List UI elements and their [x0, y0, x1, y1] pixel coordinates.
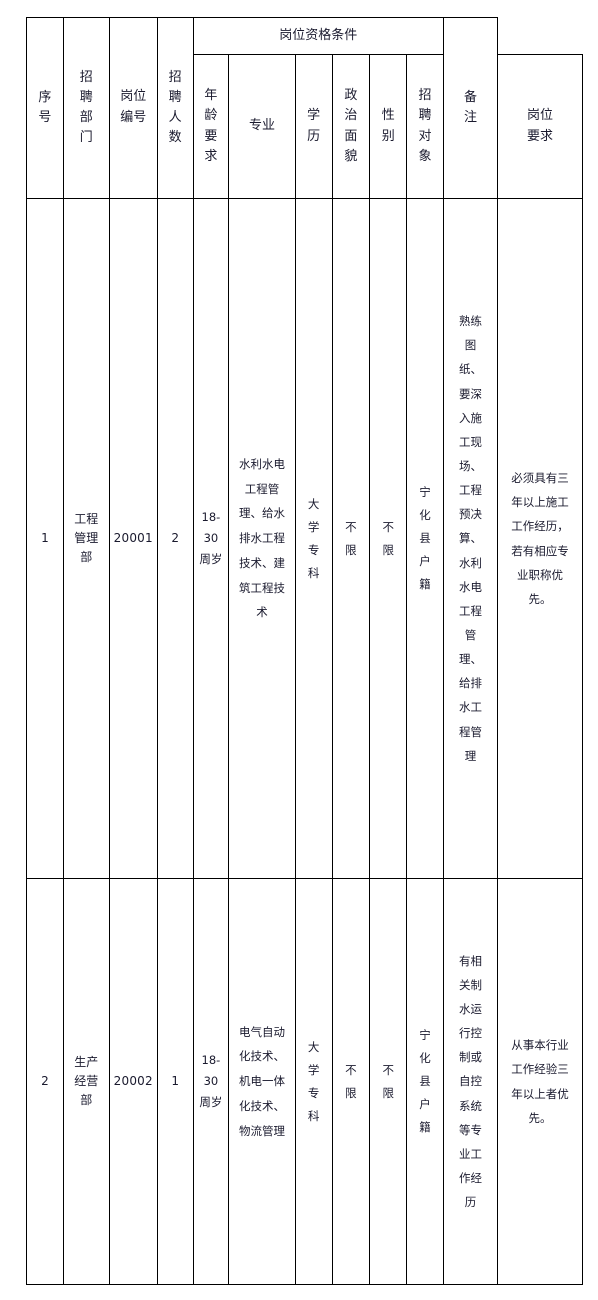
cell-dept: 生产经营部	[62, 878, 110, 1285]
cell-num: 1	[156, 878, 194, 1285]
table-row: 1 工程管理部 20001 2 18-30周岁 水利水电工程管理、给水排水工程技…	[26, 198, 583, 879]
cell-major: 水利水电工程管理、给水排水工程技术、建筑工程技术	[228, 198, 296, 879]
cell-target: 宁化县户籍	[406, 878, 444, 1285]
header-row-group: 序号 招聘部门 岗位编号 招聘人数 岗位资格条件 备注	[26, 17, 583, 199]
cell-age-text: 18-30周岁	[199, 509, 223, 567]
header-age: 年龄要求	[192, 54, 230, 199]
header-sex: 性别	[369, 54, 408, 199]
header-code-label: 岗位编号	[120, 89, 147, 125]
header-political: 政治面貌	[331, 54, 371, 199]
cell-requirement-text: 有相关制水运行控制或自控系统等专业工作经历	[459, 953, 483, 1210]
cell-sex: 不限	[369, 198, 408, 879]
header-major: 专业	[228, 54, 296, 199]
header-political-label: 政治面貌	[344, 88, 358, 164]
cell-seq: 2	[26, 878, 64, 1285]
cell-age: 18-30周岁	[192, 198, 230, 879]
table-header: 序号 招聘部门 岗位编号 招聘人数 岗位资格条件 备注 年龄要求 专业 学历 政…	[26, 17, 583, 199]
cell-political: 不限	[331, 878, 371, 1285]
cell-note-text: 从事本行业工作经验三年以上者优先。	[511, 1038, 569, 1125]
cell-requirement: 熟练图纸、要深入施工现场、工程预决算、水利水电工程管理、给排水工程管理	[442, 198, 499, 879]
header-group-label: 岗位资格条件	[279, 27, 358, 43]
cell-sex-text: 不限	[382, 519, 394, 557]
header-edu: 学历	[294, 54, 333, 199]
header-note: 备注	[442, 17, 499, 199]
cell-requirement: 有相关制水运行控制或自控系统等专业工作经历	[442, 878, 499, 1285]
cell-code: 20001	[108, 198, 158, 879]
header-major-label: 专业	[249, 118, 276, 134]
cell-requirement-text: 熟练图纸、要深入施工现场、工程预决算、水利水电工程管理、给排水工程管理	[459, 314, 483, 763]
recruitment-table: 序号 招聘部门 岗位编号 招聘人数 岗位资格条件 备注 年龄要求 专业 学历 政…	[26, 17, 583, 1285]
cell-political-text: 不限	[345, 519, 357, 557]
header-num-label: 招聘人数	[168, 69, 182, 146]
header-edu-label: 学历	[307, 108, 321, 144]
cell-target-text: 宁化县户籍	[419, 1028, 431, 1134]
cell-education: 大学专科	[294, 198, 333, 879]
header-sex-label: 性别	[381, 108, 395, 144]
cell-major-text: 水利水电工程管理、给水排水工程技术、建筑工程技术	[239, 456, 286, 620]
cell-code: 20002	[108, 878, 158, 1285]
cell-note-text: 必须具有三年以上施工工作经历，若有相应专业职称优先。	[511, 471, 569, 606]
cell-dept: 工程管理部	[62, 198, 110, 879]
header-dept-label: 招聘部门	[79, 69, 93, 146]
cell-age-text: 18-30周岁	[199, 1052, 223, 1110]
cell-target: 宁化县户籍	[406, 198, 444, 879]
header-target: 招聘对象	[406, 54, 444, 199]
table-body: 1 工程管理部 20001 2 18-30周岁 水利水电工程管理、给水排水工程技…	[26, 198, 583, 1285]
cell-major: 电气自动化技术、机电一体化技术、物流管理	[228, 878, 296, 1285]
header-requirement: 岗位要求	[497, 54, 583, 199]
header-seq: 序号	[26, 17, 64, 199]
cell-sex: 不限	[369, 878, 408, 1285]
cell-political-text: 不限	[345, 1062, 357, 1100]
header-note-label: 备注	[464, 89, 478, 125]
cell-sex-text: 不限	[382, 1062, 394, 1100]
cell-num: 2	[156, 198, 194, 879]
cell-education-text: 大学专科	[307, 496, 320, 580]
header-group-qualification: 岗位资格条件	[192, 17, 444, 55]
table-row: 2 生产经营部 20002 1 18-30周岁 电气自动化技术、机电一体化技术、…	[26, 878, 583, 1285]
cell-target-text: 宁化县户籍	[419, 485, 431, 591]
header-seq-label: 序号	[38, 89, 52, 125]
cell-major-text: 电气自动化技术、机电一体化技术、物流管理	[239, 1024, 286, 1138]
cell-note: 必须具有三年以上施工工作经历，若有相应专业职称优先。	[497, 198, 583, 879]
header-dept: 招聘部门	[62, 17, 110, 199]
cell-seq: 1	[26, 198, 64, 879]
header-requirement-label: 岗位要求	[527, 107, 554, 144]
cell-note: 从事本行业工作经验三年以上者优先。	[497, 878, 583, 1285]
cell-dept-text: 工程管理部	[74, 511, 99, 565]
page-root: 序号 招聘部门 岗位编号 招聘人数 岗位资格条件 备注 年龄要求 专业 学历 政…	[0, 0, 598, 1300]
cell-education: 大学专科	[294, 878, 333, 1285]
cell-political: 不限	[331, 198, 371, 879]
header-target-label: 招聘对象	[418, 88, 432, 164]
header-num: 招聘人数	[156, 17, 194, 199]
cell-age: 18-30周岁	[192, 878, 230, 1285]
cell-dept-text: 生产经营部	[74, 1054, 99, 1108]
header-age-label: 年龄要求	[204, 88, 218, 164]
header-code: 岗位编号	[108, 17, 158, 199]
cell-education-text: 大学专科	[307, 1039, 320, 1123]
